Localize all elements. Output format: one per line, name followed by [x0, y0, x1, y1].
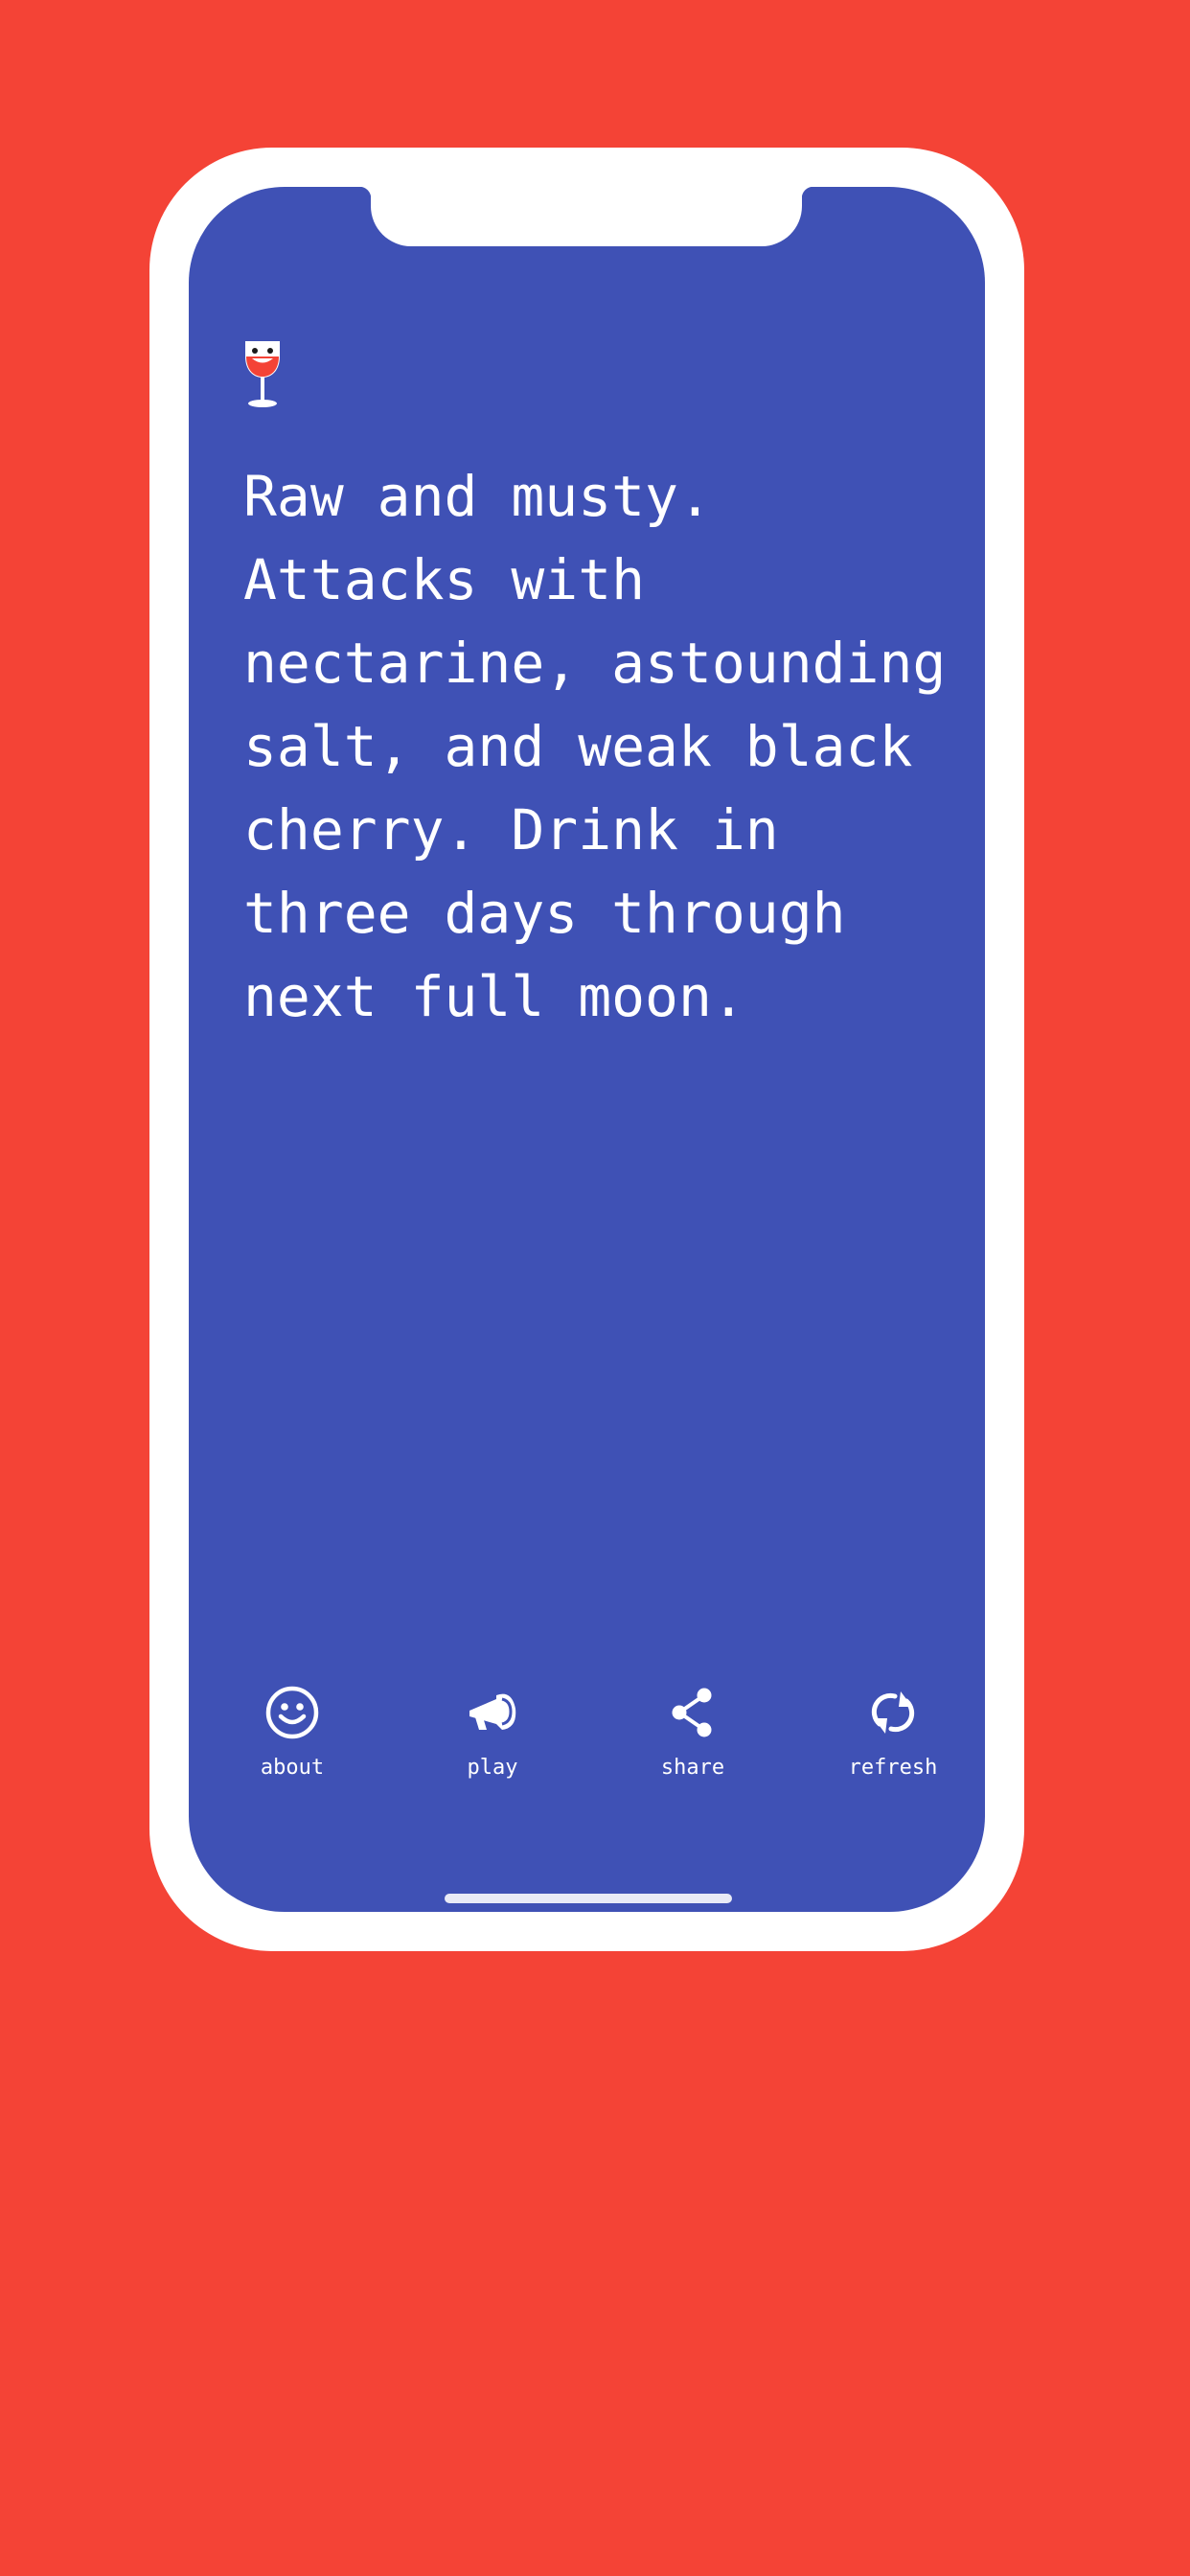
phone-notch	[359, 187, 813, 246]
share-button[interactable]: share	[621, 1682, 765, 1797]
refresh-icon	[871, 1691, 915, 1734]
play-label: play	[467, 1756, 518, 1780]
page-background: Raw and musty. Attacks with nectarine, a…	[0, 0, 1190, 2576]
play-button[interactable]: play	[421, 1682, 564, 1797]
phone-frame: Raw and musty. Attacks with nectarine, a…	[149, 148, 1024, 1951]
about-button[interactable]: about	[220, 1682, 364, 1797]
home-indicator[interactable]	[445, 1894, 732, 1903]
megaphone-icon	[469, 1693, 516, 1730]
wine-glass-face-icon	[245, 341, 280, 407]
smiley-icon	[265, 1686, 319, 1739]
share-label: share	[660, 1756, 725, 1780]
phone-screen: Raw and musty. Attacks with nectarine, a…	[189, 187, 985, 1912]
share-icon	[672, 1688, 712, 1737]
about-label: about	[260, 1756, 325, 1780]
wine-description: Raw and musty. Attacks with nectarine, a…	[243, 464, 947, 1029]
bottom-tab-bar: about play share refresh	[189, 1682, 985, 1797]
refresh-button[interactable]: refresh	[821, 1682, 965, 1797]
refresh-label: refresh	[848, 1756, 938, 1780]
